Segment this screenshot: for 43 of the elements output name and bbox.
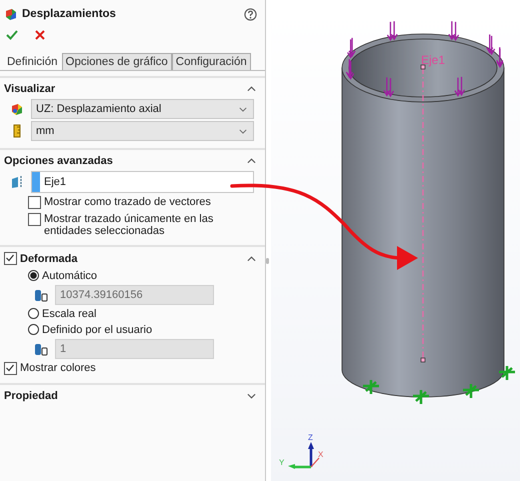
dropdown[interactable]: UZ: Desplazamiento axial	[31, 99, 254, 119]
collapse-icon[interactable]	[247, 158, 256, 164]
z-axis-label: Z	[308, 433, 313, 442]
radio-button[interactable]	[28, 324, 39, 335]
section-title: Opciones avanzadas	[4, 155, 113, 167]
chevron-down-icon	[239, 128, 247, 134]
close-icon[interactable]	[34, 29, 46, 41]
tab[interactable]: Configuración	[172, 53, 251, 70]
checkbox[interactable]	[28, 213, 41, 226]
selection-field[interactable]: Eje1	[31, 171, 254, 193]
scale-icon	[34, 342, 48, 356]
chevron-down-icon	[239, 106, 247, 112]
axis-label: Eje1	[421, 53, 446, 67]
y-axis-label: Y	[279, 458, 284, 467]
checkbox[interactable]	[28, 196, 41, 209]
ok-icon[interactable]	[6, 29, 18, 41]
checkbox-label: Mostrar como trazado de vectores	[44, 196, 211, 208]
dropdown[interactable]: mm	[31, 121, 254, 141]
section-title: Deformada	[20, 252, 78, 264]
help-icon[interactable]	[244, 8, 257, 20]
scale-icon	[34, 288, 48, 302]
section-title: Propiedad	[4, 390, 58, 402]
checkbox[interactable]	[4, 252, 17, 265]
section-title: Visualizar	[4, 83, 56, 95]
radio-label: Automático	[42, 270, 98, 282]
panel-title: Desplazamientos	[22, 8, 117, 20]
splitter-handle[interactable]	[266, 258, 269, 264]
radio-label: Escala real	[42, 308, 96, 320]
tab[interactable]: Opciones de gráfico	[62, 53, 172, 70]
expand-icon[interactable]	[247, 393, 256, 399]
checkbox-label: Mostrar trazado únicamente en las entidades seleccionadas	[44, 213, 214, 237]
radio-button[interactable]	[28, 308, 39, 319]
axis-icon	[10, 175, 24, 189]
color-cube-icon	[10, 102, 24, 116]
x-axis-label: X	[318, 450, 324, 459]
displacement-icon	[4, 7, 18, 21]
radio-label: Definido por el usuario	[42, 324, 152, 336]
radio-button[interactable]	[28, 270, 39, 281]
collapse-icon[interactable]	[247, 86, 256, 92]
axis-triad-drawing	[288, 442, 320, 469]
checkbox-label: Mostrar colores	[20, 362, 96, 374]
collapse-icon[interactable]	[247, 256, 256, 262]
checkbox[interactable]	[4, 362, 17, 375]
